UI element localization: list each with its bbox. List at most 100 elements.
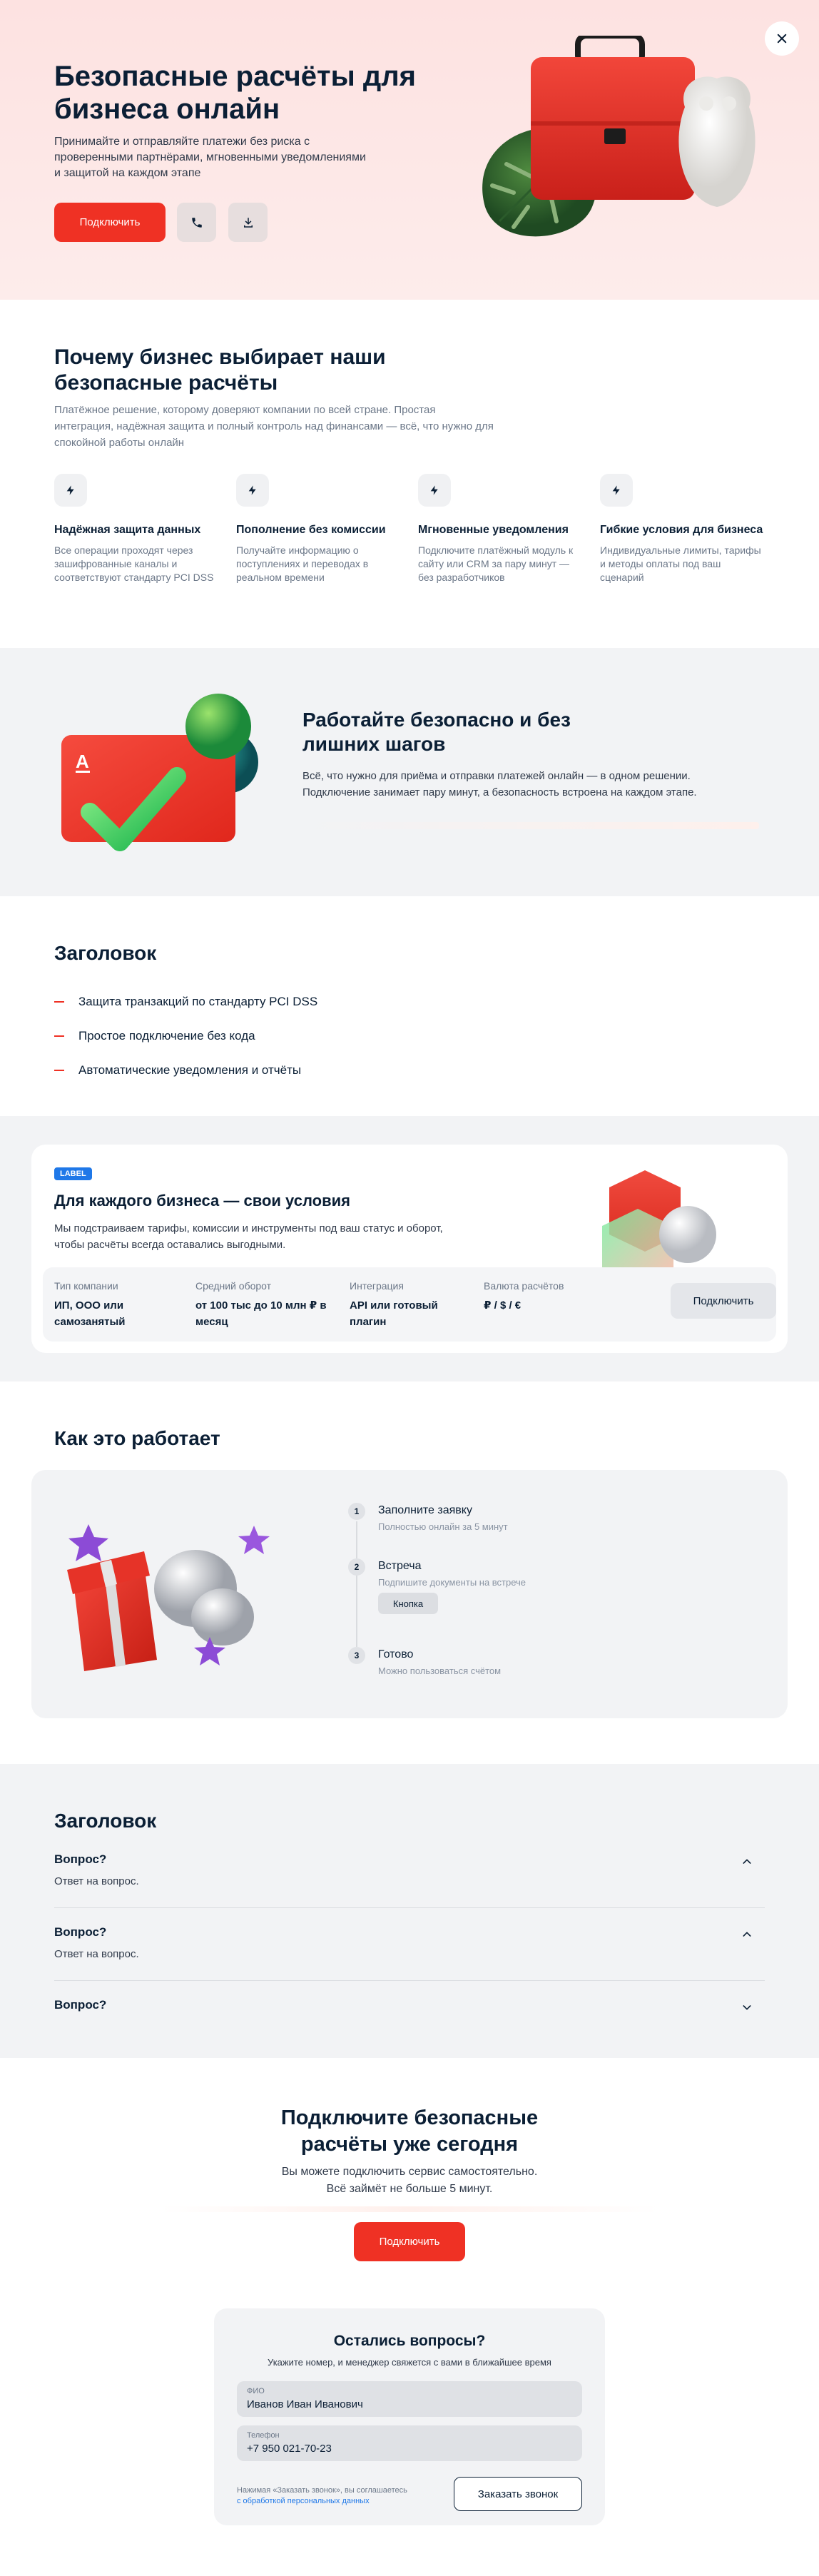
faq-item[interactable]: Вопрос? Ответ на вопрос.	[54, 1925, 765, 1981]
banner-title: Работайте безопасно и без лишних шагов	[302, 709, 571, 755]
feature-text: Все операции проходят через зашифрованны…	[54, 544, 214, 583]
phone-button[interactable]	[177, 203, 216, 242]
faq-title: Заголовок	[54, 1810, 157, 1832]
term-column: Валюта расчётов ₽ / $ / €	[484, 1280, 612, 1314]
term-label: Интеграция	[350, 1280, 404, 1292]
lightning-icon	[54, 474, 87, 507]
step-text: Полностью онлайн за 5 минут	[378, 1521, 508, 1532]
label-badge: LABEL	[54, 1167, 92, 1180]
landing-page: Безопасные расчёты для бизнеса онлайн Пр…	[0, 0, 819, 2576]
faq-item[interactable]: Вопрос? Ответ на вопрос.	[54, 1852, 765, 1908]
how-title: Как это работает	[54, 1427, 220, 1449]
list-item: Простое подключение без кода	[54, 1019, 317, 1053]
callback-form: Остались вопросы? Укажите номер, и менед…	[214, 2308, 605, 2525]
download-button[interactable]	[228, 203, 268, 242]
list-title: Заголовок	[54, 942, 157, 964]
card-illustration: А	[61, 694, 258, 851]
product-title: Для каждого бизнеса — свои условия	[54, 1192, 350, 1210]
cta-title: Подключите безопасные расчёты уже сегодн…	[0, 2105, 819, 2158]
feature-text: Индивидуальные лимиты, тарифы и методы о…	[600, 544, 761, 583]
banner-text: Всё, что нужно для приёма и отправки пла…	[302, 770, 697, 798]
lightning-icon	[600, 474, 633, 507]
gift-illustration	[67, 1524, 270, 1671]
cta-text: Вы можете подключить сервис самостоятель…	[0, 2164, 819, 2198]
dash-icon	[54, 1001, 64, 1003]
step-connector	[356, 1521, 357, 1558]
step-connector	[356, 1574, 357, 1647]
feature-card: Пополнение без комиссии Получайте информ…	[236, 474, 400, 584]
faq-item[interactable]: Вопрос?	[54, 1998, 765, 2027]
form-subtitle: Укажите номер, и менеджер свяжется с вам…	[268, 2357, 551, 2368]
chevron-up-icon[interactable]	[739, 1854, 755, 1870]
why-lead: Платёжное решение, которому доверяют ком…	[54, 404, 494, 449]
term-column: Тип компании ИП, ООО или самозанятый	[54, 1280, 190, 1330]
name-field[interactable]: ФИО	[237, 2381, 582, 2417]
briefcase-illustration	[482, 36, 756, 237]
list-item: Защита транзакций по стандарту PCI DSS	[54, 985, 317, 1019]
term-label: Валюта расчётов	[484, 1280, 564, 1292]
hero-section: Безопасные расчёты для бизнеса онлайн Пр…	[0, 0, 819, 300]
term-label: Средний оборот	[195, 1280, 272, 1292]
phone-field-label: Телефон	[247, 2431, 280, 2440]
cta-title-text: Подключите безопасные расчёты уже сегодн…	[280, 2106, 539, 2156]
cta-section: Подключите безопасные расчёты уже сегодн…	[0, 2058, 819, 2576]
how-it-works-section: Как это работает 1 Заполните заявку Полн…	[0, 1381, 819, 1764]
how-card: 1 Заполните заявку Полностью онлайн за 5…	[31, 1470, 788, 1718]
lightning-icon	[236, 474, 269, 507]
term-value: ИП, ООО или самозанятый	[54, 1299, 126, 1328]
banner-section: А Работайте безопасно и без лишних шагов…	[0, 648, 819, 896]
list-item-text: Защита транзакций по стандарту PCI DSS	[78, 995, 318, 1008]
faq-question[interactable]: Вопрос?	[54, 1998, 106, 2012]
why-section: Почему бизнес выбирает наши безопасные р…	[0, 300, 819, 648]
list-item-text: Автоматические уведомления и отчёты	[78, 1063, 302, 1077]
lightning-icon	[418, 474, 451, 507]
name-input[interactable]	[247, 2398, 568, 2410]
hero-connect-button[interactable]: Подключить	[54, 203, 166, 242]
banner-fade	[302, 822, 759, 829]
step-number: 2	[348, 1558, 365, 1576]
feature-text: Получайте информацию о поступлениях и пе…	[236, 544, 369, 583]
faq-section: Заголовок Вопрос? Ответ на вопрос. Вопро…	[0, 1764, 819, 2058]
feature-title: Надёжная защита данных	[54, 524, 201, 536]
download-icon	[243, 217, 253, 228]
term-value: от 100 тыс до 10 млн ₽ в месяц	[195, 1299, 327, 1328]
faq-question[interactable]: Вопрос?	[54, 1852, 106, 1867]
list-item-text: Простое подключение без кода	[78, 1029, 255, 1043]
feature-title: Мгновенные уведомления	[418, 524, 569, 536]
term-value: ₽ / $ / €	[484, 1299, 522, 1312]
phone-input[interactable]	[247, 2443, 568, 2455]
legal-notice: Нажимая «Заказать звонок», вы соглашаете…	[237, 2485, 451, 2507]
term-label: Тип компании	[54, 1280, 118, 1292]
phone-field[interactable]: Телефон	[237, 2425, 582, 2461]
faq-question[interactable]: Вопрос?	[54, 1925, 106, 1939]
step-number: 1	[348, 1503, 365, 1520]
product-card: LABEL Для каждого бизнеса — свои условия…	[31, 1145, 788, 1353]
cta-connect-button[interactable]: Подключить	[354, 2222, 465, 2261]
card-logo: А	[76, 751, 89, 772]
dash-icon	[54, 1035, 64, 1037]
step-text: Подпишите документы на встрече	[378, 1577, 526, 1588]
dash-icon	[54, 1070, 64, 1071]
phone-icon	[191, 217, 202, 228]
cta-fade	[160, 2206, 659, 2212]
chevron-up-icon[interactable]	[739, 1927, 755, 1942]
feature-title: Пополнение без комиссии	[236, 524, 386, 536]
feature-card: Надёжная защита данных Все операции прох…	[54, 474, 218, 584]
term-column: Интеграция API или готовый плагин	[350, 1280, 457, 1330]
why-title: Почему бизнес выбирает наши безопасные р…	[54, 345, 386, 395]
bullet-list: Защита транзакций по стандарту PCI DSS П…	[54, 985, 317, 1087]
order-call-button[interactable]: Заказать звонок	[454, 2477, 582, 2511]
feature-card: Мгновенные уведомления Подключите платёж…	[418, 474, 582, 584]
feature-text: Подключите платёжный модуль к сайту или …	[418, 544, 574, 583]
step-number: 3	[348, 1647, 365, 1664]
term-column: Средний оборот от 100 тыс до 10 млн ₽ в …	[195, 1280, 331, 1330]
feature-card: Гибкие условия для бизнеса Индивидуальны…	[600, 474, 764, 584]
chevron-down-icon[interactable]	[739, 1999, 755, 2015]
hero-subtitle: Принимайте и отправляйте платежи без рис…	[54, 136, 366, 179]
privacy-link[interactable]: с обработкой персональных данных	[237, 2497, 370, 2505]
product-text: Мы подстраиваем тарифы, комиссии и инстр…	[54, 1222, 443, 1251]
step-action-button[interactable]: Кнопка	[378, 1593, 438, 1614]
step-text: Можно пользоваться счётом	[378, 1665, 502, 1676]
product-connect-button[interactable]: Подключить	[671, 1283, 776, 1319]
name-field-label: ФИО	[247, 2387, 265, 2395]
